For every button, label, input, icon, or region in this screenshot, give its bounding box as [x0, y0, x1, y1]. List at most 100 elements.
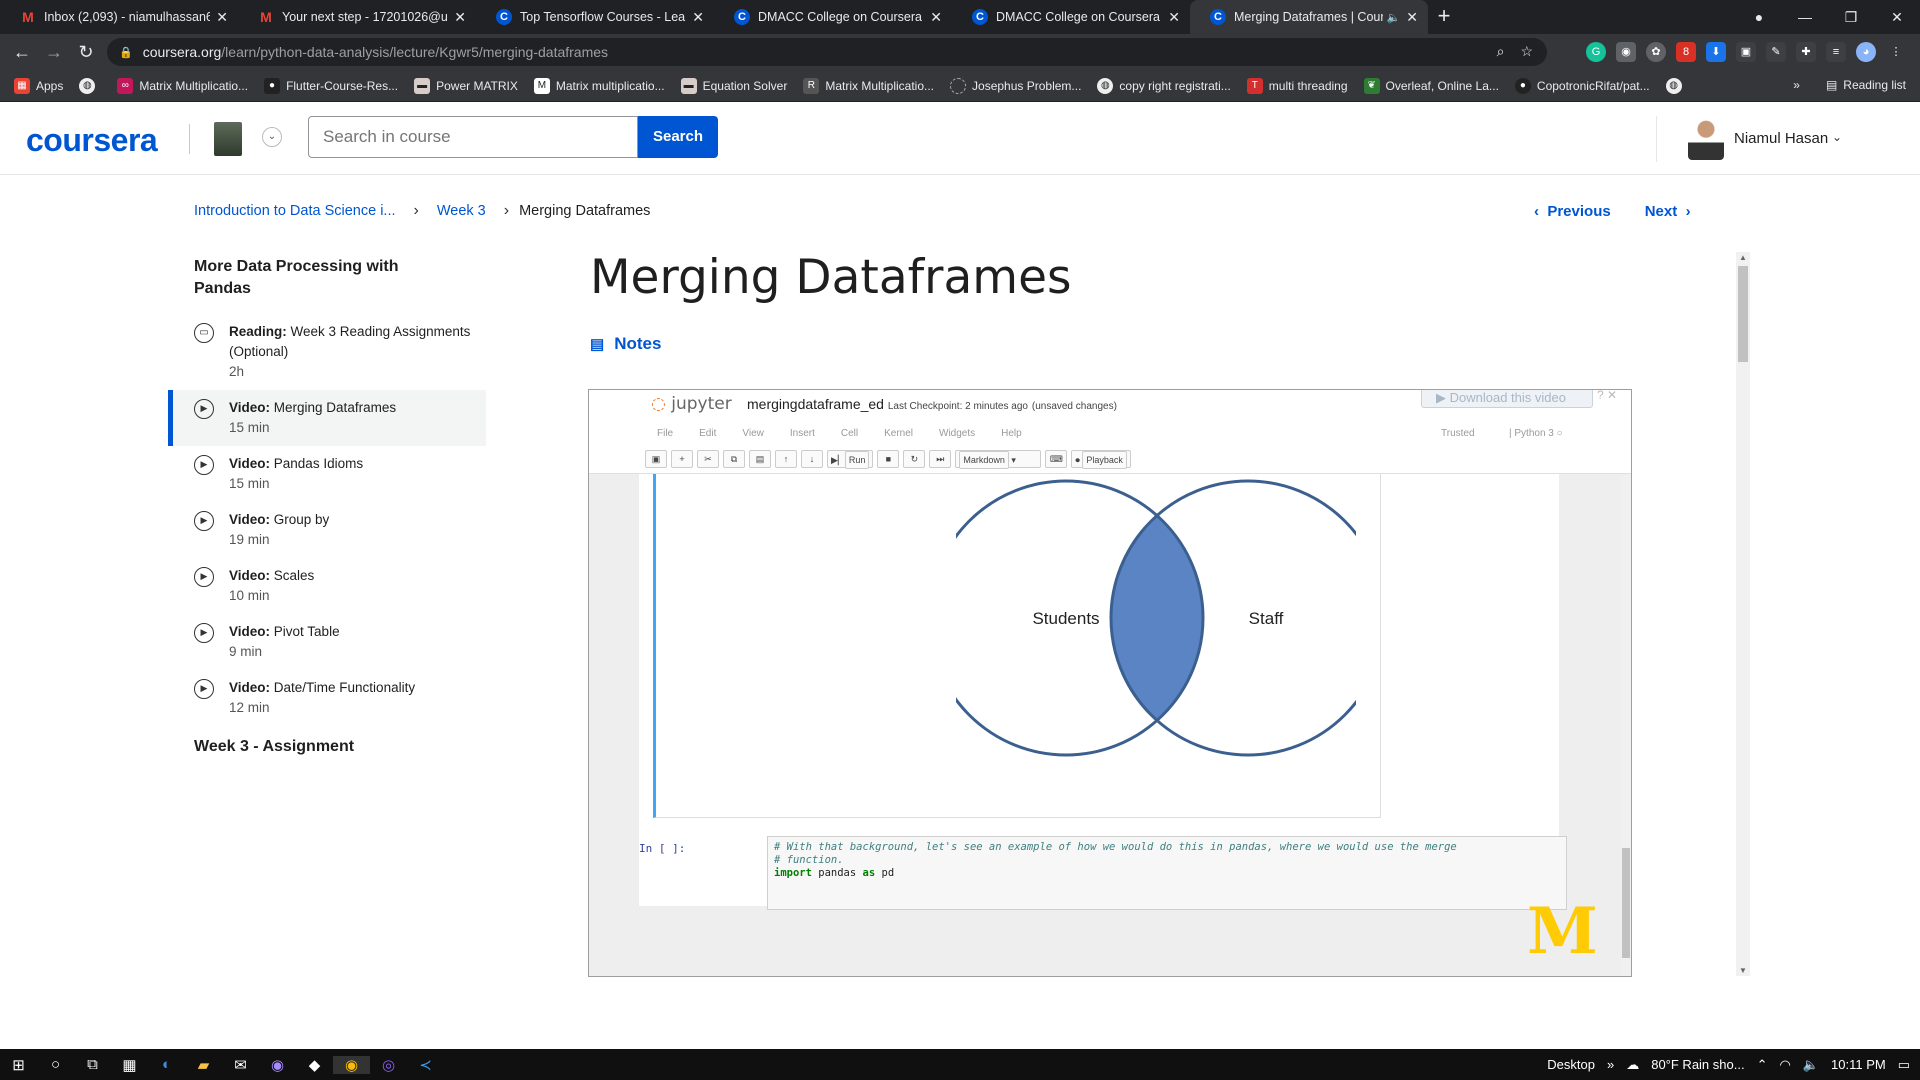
bookmark-item[interactable]: ▬ Equation Solver [680, 77, 787, 94]
scrollbar-thumb[interactable] [1738, 266, 1748, 362]
browser-tab-active[interactable]: C Merging Dataframes | Course 🔈 ✕ [1190, 0, 1428, 34]
bookmark-item[interactable]: ◍ [1665, 77, 1688, 94]
puzzle-icon[interactable]: ✚ [1796, 42, 1816, 62]
avatar[interactable] [1688, 116, 1724, 160]
close-tab-icon[interactable]: ✕ [1406, 9, 1418, 26]
edge-icon[interactable]: ◐ [148, 1056, 185, 1073]
weather-text[interactable]: 80°F Rain sho... [1651, 1057, 1744, 1072]
sidebar-item-video[interactable]: ▶ Video: Group by 19 min [168, 502, 486, 558]
app-icon[interactable]: ◆ [296, 1056, 333, 1074]
more-bookmarks-icon[interactable]: » [1793, 78, 1800, 92]
minimize-icon[interactable]: — [1782, 9, 1828, 25]
search-input[interactable] [308, 116, 638, 158]
notes-button[interactable]: ▤ Notes [590, 334, 661, 354]
reading-list[interactable]: » ▤ Reading list [1793, 78, 1906, 92]
vscode-icon[interactable]: ≺ [407, 1056, 444, 1074]
sidebar-section-assignment[interactable]: Week 3 - Assignment [194, 738, 486, 756]
windows-start-icon[interactable]: ⊞ [0, 1056, 37, 1074]
profile-avatar-icon[interactable]: ◕ [1856, 42, 1876, 62]
bookmark-item[interactable]: ● Flutter-Course-Res... [264, 77, 398, 94]
search-button[interactable]: Search [638, 116, 718, 158]
weather-icon[interactable]: ☁ [1626, 1057, 1639, 1073]
chevron-up-icon[interactable]: ⌃ [1757, 1057, 1768, 1073]
chevron-down-icon[interactable]: ⌄ [262, 127, 282, 147]
screen-icon[interactable]: ▣ [1736, 42, 1756, 62]
sidebar-item-video[interactable]: ▶ Video: Scales 10 min [168, 558, 486, 614]
video-player[interactable]: ◌ jupyter mergingdataframe_ed Last Check… [588, 389, 1632, 977]
page-scrollbar[interactable]: ▲ ▼ [1736, 252, 1750, 976]
close-tab-icon[interactable]: ✕ [930, 9, 942, 26]
speaker-icon[interactable]: 🔈 [1387, 11, 1401, 24]
zoom-icon[interactable]: ⌕ [1497, 43, 1505, 60]
back-icon[interactable]: ← [6, 42, 38, 63]
browser-tab[interactable]: C DMACC College on Coursera | Co ✕ [714, 0, 952, 34]
restore-icon[interactable]: ❐ [1828, 9, 1874, 26]
next-button[interactable]: Next › [1645, 203, 1691, 220]
calculator-icon[interactable]: ▦ [111, 1056, 148, 1074]
extension-badge-icon[interactable]: 8 [1676, 42, 1696, 62]
task-view-icon[interactable]: ⧉ [74, 1056, 111, 1073]
bookmark-item[interactable]: R Matrix Multiplicatio... [803, 77, 934, 94]
close-window-icon[interactable]: ✕ [1874, 9, 1920, 26]
chevron-down-icon[interactable]: ⌄ [1832, 130, 1842, 144]
help-close-icon[interactable]: ? ✕ [1597, 390, 1617, 402]
user-name[interactable]: Niamul Hasan [1734, 130, 1828, 147]
scroll-down-icon[interactable]: ▼ [1739, 966, 1747, 975]
pen-icon[interactable]: ✎ [1766, 42, 1786, 62]
profile-download-icon[interactable]: ● [1736, 9, 1782, 25]
close-tab-icon[interactable]: ✕ [692, 9, 704, 26]
bookmark-item[interactable]: ● CopotronicRifat/pat... [1514, 77, 1650, 94]
bookmark-apps[interactable]: ▦ Apps [14, 77, 63, 94]
course-thumbnail[interactable] [214, 122, 242, 156]
browser-tab[interactable]: C Top Tensorflow Courses - Learn T ✕ [476, 0, 714, 34]
new-tab-button[interactable]: + [1428, 0, 1460, 34]
bookmark-item[interactable]: ∞ Matrix Multiplicatio... [117, 77, 248, 94]
scroll-up-icon[interactable]: ▲ [1739, 253, 1747, 262]
menu-dots-icon[interactable]: ⋮ [1886, 42, 1906, 62]
download-ext-icon[interactable]: ⬇ [1706, 42, 1726, 62]
breadcrumb-week-link[interactable]: Week 3 [437, 203, 486, 219]
browser-tab[interactable]: M Your next step - 17201026@uap- ✕ [238, 0, 476, 34]
mail-icon[interactable]: ✉ [222, 1056, 259, 1074]
download-video-button[interactable]: ▶ Download this video [1421, 390, 1593, 408]
playlist-icon[interactable]: ≡ [1826, 42, 1846, 62]
sidebar-item-video-active[interactable]: ▶ Video: Merging Dataframes 15 min [168, 390, 486, 446]
sidebar-item-video[interactable]: ▶ Video: Pandas Idioms 15 min [168, 446, 486, 502]
bookmark-star-icon[interactable]: ☆ [1520, 43, 1533, 60]
grammarly-icon[interactable]: G [1586, 42, 1606, 62]
desktop-toolbar[interactable]: Desktop [1547, 1057, 1595, 1072]
bookmark-item[interactable]: ❦ Overleaf, Online La... [1363, 77, 1499, 94]
coursera-logo[interactable]: coursera [26, 122, 158, 159]
breadcrumb-course-link[interactable]: Introduction to Data Science i... [194, 203, 396, 219]
previous-button[interactable]: ‹ Previous [1534, 203, 1611, 220]
browser-tab[interactable]: C DMACC College on Coursera | Co ✕ [952, 0, 1190, 34]
search-circle-icon[interactable]: ○ [37, 1056, 74, 1073]
bookmark-item[interactable]: ▬ Power MATRIX [414, 77, 518, 94]
bookmark-item[interactable]: ◍ [79, 77, 101, 94]
clock[interactable]: 10:11 PM [1831, 1057, 1886, 1072]
bookmark-item[interactable]: M Matrix multiplicatio... [533, 77, 665, 94]
forward-icon[interactable]: → [38, 42, 70, 63]
bookmark-item[interactable]: Josephus Problem... [950, 77, 1081, 94]
volume-icon[interactable]: 🔈 [1803, 1057, 1819, 1073]
sidebar-item-video[interactable]: ▶ Video: Pivot Table 9 min [168, 614, 486, 670]
close-tab-icon[interactable]: ✕ [216, 9, 228, 26]
app-icon[interactable]: ◎ [370, 1056, 407, 1074]
reload-icon[interactable]: ↻ [70, 42, 102, 63]
network-icon[interactable]: ◠ [1779, 1057, 1790, 1073]
sidebar-item-video[interactable]: ▶ Video: Date/Time Functionality 12 min [168, 670, 486, 726]
extension-icon[interactable]: ✿ [1646, 42, 1666, 62]
bookmark-item[interactable]: Tmulti threading [1246, 77, 1348, 94]
file-explorer-icon[interactable]: ▰ [185, 1056, 222, 1074]
browser-tab[interactable]: M Inbox (2,093) - niamulhassan64@ ✕ [0, 0, 238, 34]
messenger-icon[interactable]: ◉ [259, 1056, 296, 1074]
close-tab-icon[interactable]: ✕ [454, 9, 466, 26]
chrome-icon[interactable]: ◉ [333, 1055, 370, 1074]
bookmark-item[interactable]: ◍ copy right registrati... [1097, 77, 1231, 94]
camera-icon[interactable]: ◉ [1616, 42, 1636, 62]
sidebar-item-reading[interactable]: ▭ Reading: Week 3 Reading Assignments (Op… [168, 314, 486, 390]
notifications-icon[interactable]: ▭ [1898, 1057, 1910, 1073]
more-icon[interactable]: » [1607, 1057, 1614, 1072]
lock-icon[interactable]: 🔒 [119, 46, 133, 59]
url-field[interactable]: 🔒 coursera.org/learn/python-data-analysi… [107, 38, 1547, 66]
